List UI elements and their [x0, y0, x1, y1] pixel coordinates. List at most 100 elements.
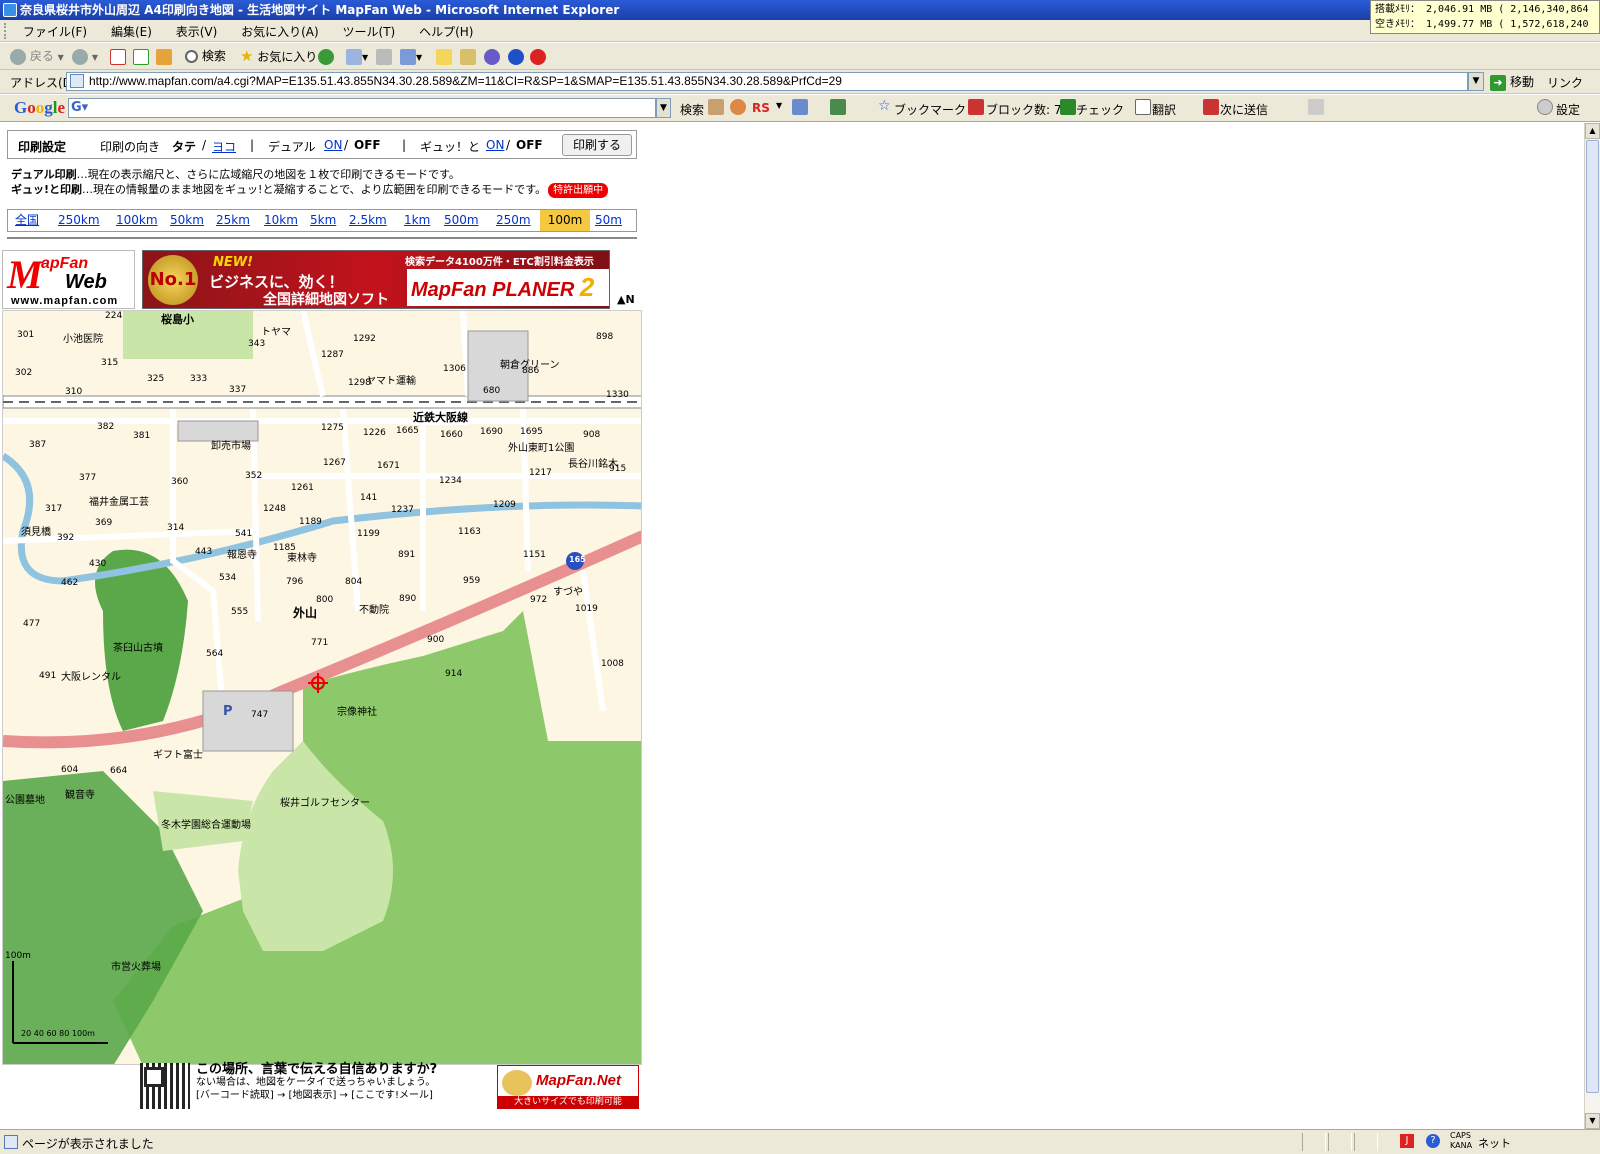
links-button[interactable]: リンク — [1547, 74, 1583, 91]
scale-25km[interactable]: 25km — [216, 210, 250, 231]
dual-on-link[interactable]: ON — [324, 138, 342, 152]
puzzle-icon[interactable] — [830, 99, 846, 115]
bookmark-button[interactable]: ブックマーク — [894, 101, 966, 118]
edit-button[interactable]: ▼ — [400, 46, 422, 66]
messenger-button[interactable] — [484, 46, 500, 66]
settings-icon — [1537, 99, 1553, 115]
map-number: 317 — [45, 504, 63, 514]
page-icon — [70, 74, 84, 88]
addon-button[interactable] — [530, 46, 546, 66]
pagerank-icon[interactable] — [708, 99, 724, 115]
edit-dropdown-icon[interactable]: ▼ — [416, 53, 422, 62]
google-logo[interactable]: Google — [14, 98, 65, 118]
stop-button[interactable] — [110, 46, 126, 66]
patent-badge: 特許出願中 — [548, 183, 609, 198]
menu-tools[interactable]: ツール(T) — [333, 20, 406, 43]
google-search-input[interactable]: G▾ — [68, 98, 656, 118]
refresh-button[interactable] — [133, 46, 149, 66]
menu-view[interactable]: 表示(V) — [166, 20, 228, 43]
note-icon — [436, 48, 452, 65]
print-toolbar-button[interactable] — [376, 46, 392, 66]
vertical-scrollbar[interactable]: ▲ ▼ — [1584, 123, 1600, 1129]
translate-button[interactable]: 翻訳 — [1152, 101, 1176, 118]
gyu-on-link[interactable]: ON — [486, 138, 504, 152]
logo-url: www.mapfan.com — [11, 295, 119, 307]
map-number: 310 — [65, 387, 83, 397]
favorites-button[interactable]: ★ お気に入り — [240, 46, 317, 66]
label-golf: 桜井ゴルフセンター — [280, 798, 370, 809]
scroll-up-arrow[interactable]: ▲ — [1585, 123, 1600, 139]
print-button[interactable]: 印刷する — [562, 134, 632, 156]
label-fukui: 福井金属工芸 — [89, 497, 149, 508]
map-view[interactable]: 近鉄大阪線 外山 桜井ゴルフセンター 冬木学園総合運動場 宗像神社 茶臼山古墳 … — [2, 310, 642, 1065]
home-button[interactable] — [156, 46, 172, 66]
forward-dropdown-icon[interactable]: ▼ — [92, 53, 98, 62]
scale-250km[interactable]: 250km — [58, 210, 100, 231]
messenger-icon — [484, 48, 500, 65]
scroll-thumb[interactable] — [1586, 140, 1599, 1093]
scale-1km[interactable]: 1km — [404, 210, 430, 231]
menu-file[interactable]: ファイル(F) — [13, 20, 97, 43]
popup-blocked-count[interactable]: ブロック数: 7 — [986, 101, 1062, 118]
map-number: 301 — [17, 330, 35, 340]
scale-10km[interactable]: 10km — [264, 210, 298, 231]
dual-description: デュアル印刷…現在の表示縮尺と、さらに広域縮尺の地図を１枚で印刷できるモードです… — [11, 167, 608, 182]
back-button[interactable]: 戻る ▼ — [10, 46, 64, 66]
back-dropdown-icon[interactable]: ▼ — [58, 53, 64, 62]
send-to-button[interactable]: 次に送信 — [1220, 101, 1268, 118]
forward-button[interactable]: ▼ — [72, 46, 98, 66]
compass-icon[interactable] — [730, 99, 746, 115]
research-button[interactable] — [460, 46, 476, 66]
mail-button[interactable]: ▼ — [346, 46, 368, 66]
spellcheck-button[interactable]: チェック — [1076, 101, 1124, 118]
discuss-button[interactable] — [436, 46, 452, 66]
settings-button[interactable]: 設定 — [1556, 101, 1580, 118]
map-number: 804 — [345, 577, 363, 587]
orientation-yoko-link[interactable]: ヨコ — [212, 138, 236, 155]
scale-250m[interactable]: 250m — [496, 210, 531, 231]
menu-edit[interactable]: 編集(E) — [101, 20, 162, 43]
map-number: 1298 — [348, 378, 371, 388]
scale-5km[interactable]: 5km — [310, 210, 336, 231]
ad-banner[interactable]: No.1 NEW! ビジネスに、効く！ 全国詳細地図ソフト 検索データ4100万… — [142, 250, 610, 309]
highlight-icon[interactable] — [1308, 99, 1324, 115]
map-number: 387 — [29, 440, 47, 450]
bottom-ad[interactable]: この場所、言葉で伝える自信ありますか? ない場合は、地図をケータイで送っちゃいま… — [140, 1063, 640, 1109]
menu-favorites[interactable]: お気に入り(A) — [231, 20, 329, 43]
scale-zenkoku[interactable]: 全国 — [15, 210, 39, 231]
google-search-dropdown[interactable]: ▼ — [656, 98, 671, 118]
scroll-down-arrow[interactable]: ▼ — [1585, 1113, 1600, 1129]
bluetooth-button[interactable] — [508, 46, 524, 66]
ime-icon[interactable]: J — [1400, 1134, 1414, 1148]
mapfan-logo[interactable]: M apFan Web www.mapfan.com — [2, 250, 135, 309]
address-input[interactable]: http://www.mapfan.com/a4.cgi?MAP=E135.51… — [66, 72, 1468, 91]
ad-text: この場所、言葉で伝える自信ありますか? ない場合は、地図をケータイで送っちゃいま… — [196, 1063, 496, 1102]
scale-50km[interactable]: 50km — [170, 210, 204, 231]
help-icon[interactable]: ? — [1426, 1134, 1440, 1148]
toolbar-grip[interactable] — [4, 23, 7, 39]
label-toyama: トヤマ — [261, 327, 291, 338]
qr-code — [140, 1063, 190, 1109]
scale-500m[interactable]: 500m — [444, 210, 479, 231]
map-number: 381 — [133, 431, 151, 441]
address-url[interactable]: http://www.mapfan.com/a4.cgi?MAP=E135.51… — [89, 74, 842, 88]
go-button[interactable]: ➜ 移動 — [1490, 73, 1534, 91]
mapfan-net-banner[interactable]: MapFan.Net 大きいサイズでも印刷可能 — [497, 1065, 639, 1109]
home-icon — [156, 48, 172, 65]
label-kannon: 観音寺 — [65, 790, 95, 801]
map-number: 141 — [360, 493, 378, 503]
scale-100km[interactable]: 100km — [116, 210, 158, 231]
rss-button[interactable]: RS — [752, 101, 770, 115]
google-search-button[interactable]: 検索 — [680, 101, 704, 118]
banner-product-caption: 検索データ4100万件・ETC割引料金表示 — [405, 257, 594, 268]
scale-50m[interactable]: 50m — [595, 210, 622, 231]
mail-dropdown-icon[interactable]: ▼ — [362, 53, 368, 62]
map-number: 325 — [147, 374, 165, 384]
news-icon[interactable] — [792, 99, 808, 115]
menu-help[interactable]: ヘルプ(H) — [409, 20, 483, 43]
media-button[interactable] — [318, 46, 334, 66]
address-dropdown[interactable]: ▼ — [1468, 72, 1484, 91]
search-button[interactable]: 検索 — [185, 46, 226, 66]
scale-2-5km[interactable]: 2.5km — [349, 210, 387, 231]
rss-dropdown-icon[interactable]: ▼ — [776, 101, 782, 110]
